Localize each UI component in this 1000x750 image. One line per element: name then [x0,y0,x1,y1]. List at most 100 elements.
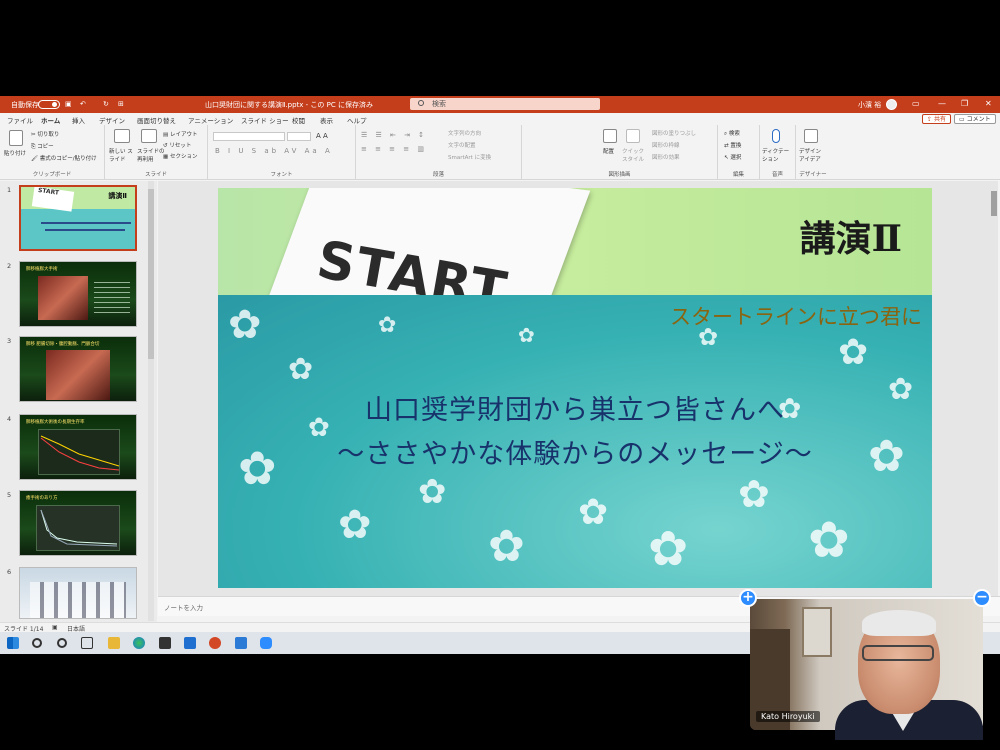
microphone-icon[interactable] [772,129,780,143]
search-box[interactable]: 検索 [410,98,600,110]
reuse-slides-icon[interactable] [141,129,157,143]
present-icon[interactable]: ⊞ [118,100,124,108]
redo-icon[interactable]: ↻ [103,100,109,108]
thumbnail-number: 3 [7,337,12,345]
windows-start-icon[interactable] [7,637,19,649]
copy-label: コピー [37,144,54,150]
paragraph-group-label: 段落 [432,172,444,178]
font-grow-icon[interactable]: A A [316,132,328,140]
zoom-in-button[interactable]: + [739,589,757,607]
slide-thumbnail-2[interactable]: 肺移植膨大手術 [19,261,137,327]
thumbnails-scrollbar[interactable] [148,181,154,621]
arrange-label[interactable]: 配置 [603,147,614,155]
thumbnail-number: 4 [7,415,12,423]
autosave-label: 自動保存 [11,101,39,109]
layout-button[interactable]: ▤ レイアウト [163,130,197,138]
taskbar-search-icon[interactable] [32,638,42,648]
thumb-image [38,276,88,320]
close-icon[interactable]: ✕ [985,99,992,108]
mail-icon[interactable] [184,637,196,649]
new-slide-icon[interactable] [114,129,130,143]
thumb-title: 肺移 肥腸切除・腹腔動脈、門脈合切 [26,342,100,347]
font-name-select[interactable] [213,132,285,141]
autosave-toggle[interactable] [38,100,60,109]
tab-view[interactable]: 表示 [320,115,333,125]
tab-transitions[interactable]: 画面切り替え [137,115,176,125]
ribbon-display-icon[interactable]: ▭ [912,99,920,108]
store-icon[interactable] [159,637,171,649]
avatar[interactable] [886,99,897,110]
smartart-button[interactable]: SmartArt に変換 [448,153,491,161]
dictate-label[interactable]: ディクテーション [762,147,794,163]
tab-insert[interactable]: 挿入 [72,115,85,125]
quick-styles-icon[interactable] [626,129,640,143]
share-button[interactable]: ⇪ 共有 [922,114,951,124]
photos-icon[interactable] [235,637,247,649]
new-slide-label[interactable]: 新しい スライド [109,147,137,163]
title-bar: 自動保存 ▣ ↶ ↻ ⊞ 山口奨財団に関する講演Ⅱ.pptx - この PC に… [0,96,1000,113]
paste-icon[interactable] [9,130,23,146]
blossom-icon: ✿ [418,472,447,512]
canvas-scrollbar[interactable] [990,181,998,596]
current-slide[interactable]: START ✿ ✿ ✿ ✿ ✿ ✿ ✿ ✿ ✿ ✿ ✿ ✿ ✿ ✿ ✿ ✿ ✿ … [218,188,932,588]
spellcheck-icon[interactable]: ▣ [52,624,58,631]
shape-fill-button[interactable]: 図形の塗りつぶし [652,129,696,137]
minimize-icon[interactable]: — [938,99,946,108]
tab-animations[interactable]: アニメーション [188,115,233,125]
file-explorer-icon[interactable] [108,637,120,649]
copy-button[interactable]: ⎘ コピー [31,142,54,151]
tab-file[interactable]: ファイル [7,115,33,125]
align-text-button[interactable]: 文字の配置 [448,141,476,149]
slide-thumbnail-6[interactable] [19,567,137,619]
restore-icon[interactable]: ❐ [961,99,968,108]
cortana-icon[interactable] [57,638,67,648]
zoom-out-button[interactable]: − [973,589,991,607]
cut-button[interactable]: ✂ 切り取り [31,130,59,138]
shape-effects-button[interactable]: 図形の効果 [652,153,680,161]
select-button[interactable]: ↖ 選択 [724,153,741,161]
save-icon[interactable]: ▣ [65,100,72,108]
drawing-group: □＼＼□○□□△⌐⌐〔〕⌐◡⌒◟{ } 配置 クイック スタイル 図形の塗りつぶ… [522,125,718,180]
thumb-title: 肺移植膨大術後の長期生存率 [26,420,85,425]
reset-button[interactable]: ↺ リセット [163,141,191,149]
slide-thumbnail-4[interactable]: 肺移植膨大術後の長期生存率 [19,414,137,480]
design-ideas-icon[interactable] [804,129,818,143]
undo-icon[interactable]: ↶ [80,100,86,108]
scrollbar-thumb[interactable] [991,191,997,216]
comment-label: コメント [966,116,991,123]
slide-thumbnail-1[interactable]: START 講演Ⅱ [19,185,137,251]
replace-button[interactable]: ⇄ 置換 [724,141,741,149]
edge-icon[interactable] [133,637,145,649]
clipboard-group-label: クリップボード [32,172,72,178]
font-format-icons[interactable]: B I U S ab AV Aa A [215,147,333,155]
find-button[interactable]: ⌕ 検索 [724,129,740,138]
design-ideas-label[interactable]: デザイン アイデア [799,147,827,163]
tab-review[interactable]: 校閲 [292,115,305,125]
align-icons[interactable]: ≡ ≡ ≡ ≡ ▥ [361,145,427,153]
slide-thumbnail-3[interactable]: 肺移 肥腸切除・腹腔動脈、門脈合切 [19,336,137,402]
font-size-select[interactable] [287,132,311,141]
format-painter-button[interactable]: 🖌 書式のコピー/貼り付け [31,154,97,162]
task-view-icon[interactable] [81,637,93,649]
arrange-icon[interactable] [603,129,617,143]
zoom-taskbar-icon[interactable] [260,637,272,649]
shape-outline-button[interactable]: 図形の枠線 [652,141,680,149]
slide-thumbnail-5[interactable]: 癒手術のあり方 [19,490,137,556]
text-direction-button[interactable]: 文字列の方向 [448,129,481,137]
tab-slideshow[interactable]: スライド ショー [241,115,289,125]
quick-styles-label[interactable]: クイック スタイル [622,147,648,163]
section-button[interactable]: ▦ セクション [163,152,197,160]
comment-button[interactable]: ▭ コメント [954,114,996,124]
thumbnail-number: 5 [7,491,12,499]
list-icons[interactable]: ☰ ☰ ⇤ ⇥ ↕ [361,131,427,139]
tab-design[interactable]: デザイン [99,115,125,125]
powerpoint-taskbar-icon[interactable] [209,637,221,649]
scrollbar-thumb[interactable] [148,189,154,359]
format-painter-label: 書式のコピー/貼り付け [39,156,97,162]
reuse-slides-label[interactable]: スライドの 再利用 [137,147,165,163]
blossom-icon: ✿ [488,521,525,572]
slides-group-label: スライド [144,172,167,178]
paste-label[interactable]: 貼り付け [4,149,26,157]
notes-placeholder: ノートを入力 [164,604,203,612]
tab-help[interactable]: ヘルプ [347,115,367,125]
